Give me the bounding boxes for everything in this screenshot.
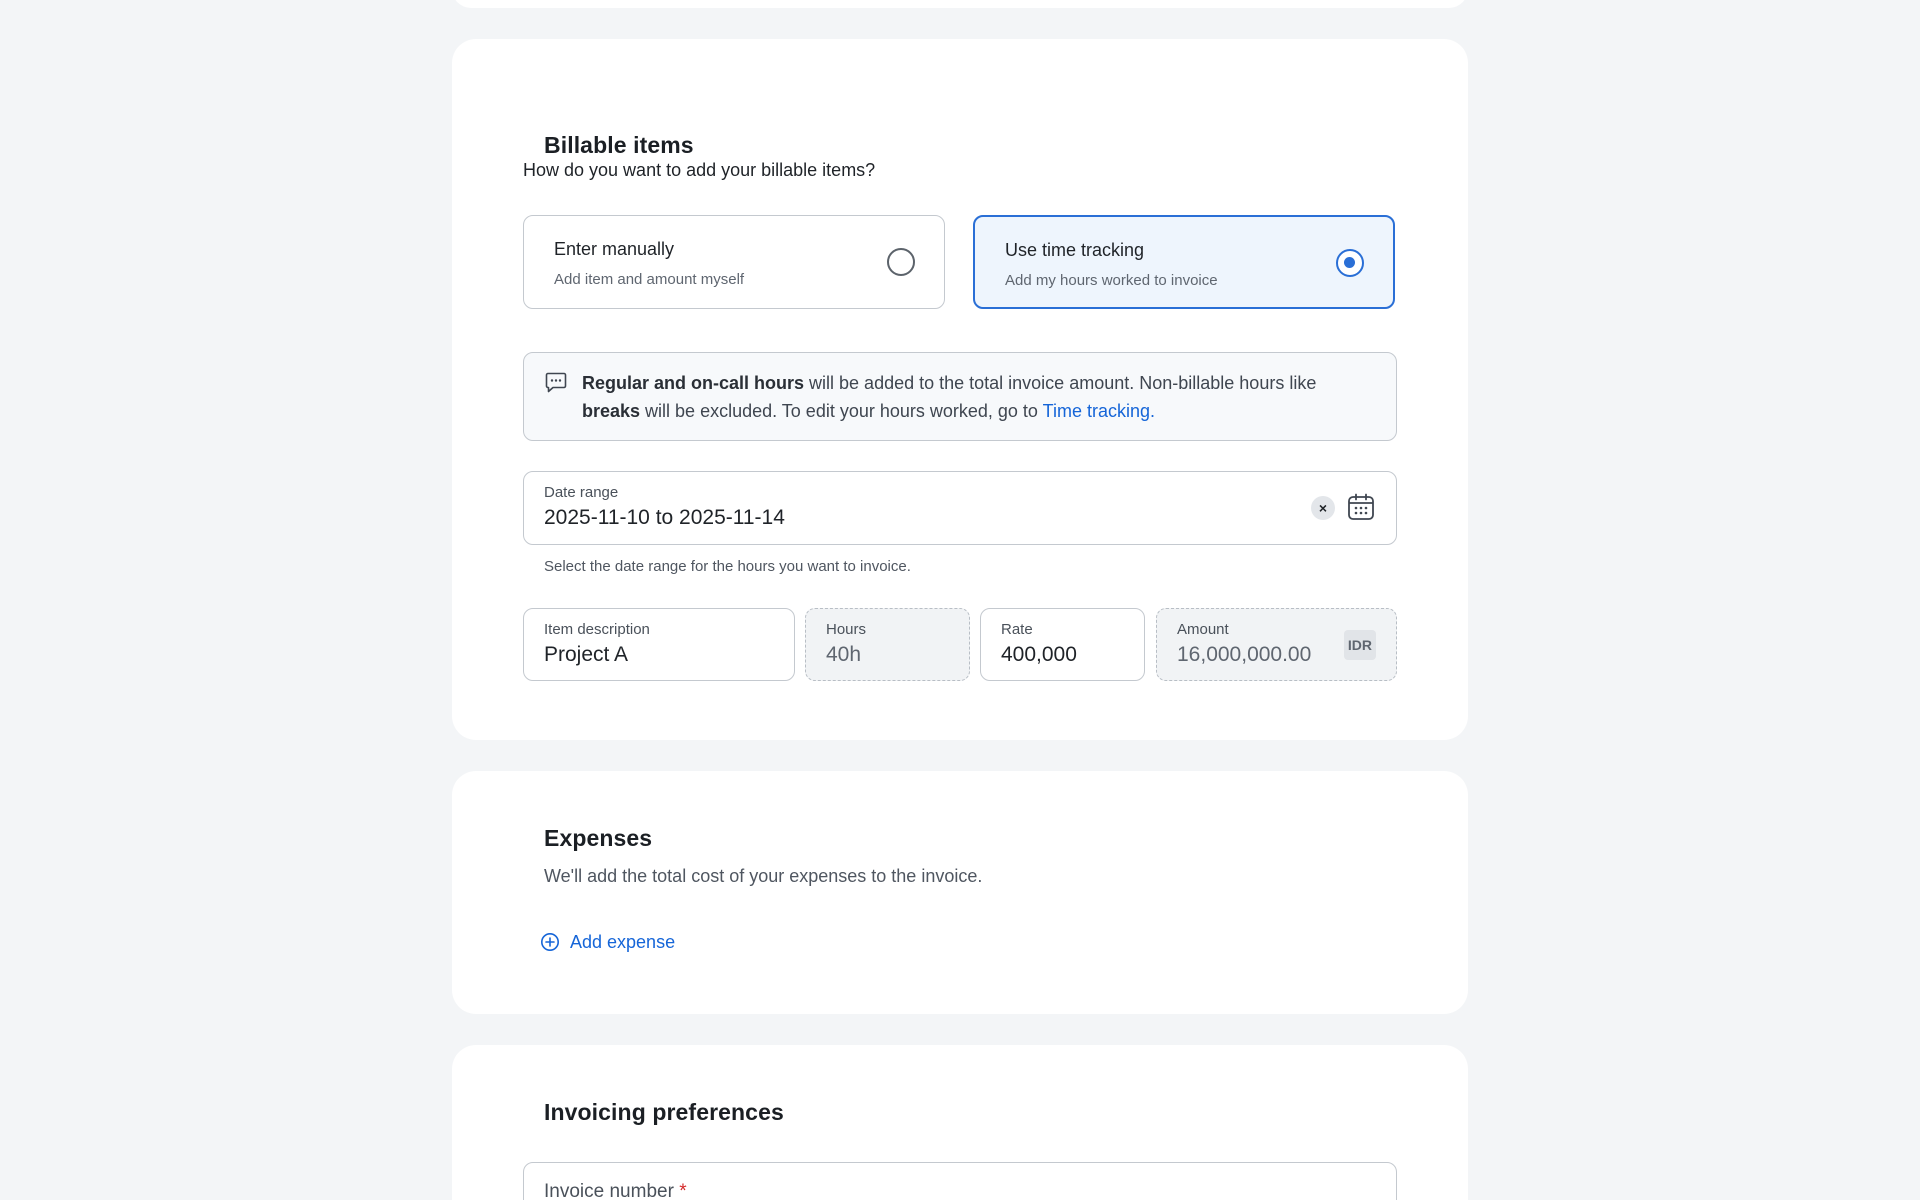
expenses-subtitle: We'll add the total cost of your expense… [544, 866, 983, 886]
item-description-label: Item description [544, 621, 650, 638]
option-subtitle: Add item and amount myself [554, 271, 745, 288]
chat-message-icon [545, 372, 567, 393]
invoice-number-label: Invoice number * [544, 1181, 687, 1200]
option-enter-manually[interactable]: Enter manually Add item and amount mysel… [523, 215, 945, 309]
info-bold-breaks: breaks [582, 401, 641, 421]
info-text-part1: will be added to the total invoice amoun… [804, 373, 1317, 393]
rate-value: 400,000 [1001, 643, 1077, 666]
hours-field: Hours 40h [805, 608, 970, 681]
option-title: Use time tracking [1005, 240, 1145, 260]
add-circle-icon [541, 933, 559, 951]
item-description-field[interactable]: Item description Project A [523, 608, 795, 681]
time-tracking-info-box: Regular and on-call hours will be added … [523, 352, 1397, 441]
required-mark: * [679, 1181, 687, 1200]
amount-value: 16,000,000.00 [1177, 643, 1312, 666]
page: Billable items How do you want to add yo… [0, 0, 1920, 1200]
info-text: Regular and on-call hours will be added … [582, 369, 1372, 425]
date-range-field[interactable]: Date range 2025-11-10 to 2025-11-14 × [523, 471, 1397, 545]
hours-value: 40h [826, 643, 862, 666]
amount-field: Amount 16,000,000.00 IDR [1156, 608, 1397, 681]
add-expense-label: Add expense [570, 931, 676, 952]
hours-label: Hours [826, 621, 867, 638]
expenses-title: Expenses [544, 825, 653, 851]
expenses-card: Expenses We'll add the total cost of you… [452, 771, 1468, 1014]
radio-unselected-icon[interactable] [887, 248, 915, 276]
date-range-value: 2025-11-10 to 2025-11-14 [544, 506, 785, 529]
option-subtitle: Add my hours worked to invoice [1005, 272, 1218, 289]
currency-badge: IDR [1343, 630, 1376, 660]
invoicing-preferences-title: Invoicing preferences [544, 1099, 784, 1125]
item-description-value: Project A [544, 643, 629, 666]
rate-label: Rate [1001, 621, 1033, 638]
amount-label: Amount [1177, 621, 1229, 638]
info-text-part2: will be excluded. To edit your hours wor… [640, 401, 1043, 421]
rate-field[interactable]: Rate 400,000 [980, 608, 1145, 681]
invoice-number-label-text: Invoice number [544, 1181, 674, 1200]
add-expense-button[interactable]: Add expense [540, 930, 675, 954]
billable-items-title: Billable items [544, 132, 694, 158]
date-range-helper-text: Select the date range for the hours you … [544, 558, 911, 575]
date-range-label: Date range [544, 484, 619, 501]
radio-selected-icon[interactable] [1336, 249, 1364, 277]
previous-section-card [452, 0, 1468, 8]
option-title: Enter manually [554, 239, 675, 259]
invoicing-preferences-card: Invoicing preferences Invoice number * [452, 1045, 1468, 1200]
calendar-icon[interactable] [1346, 492, 1376, 522]
clear-date-icon[interactable]: × [1311, 496, 1335, 520]
info-bold-regular-hours: Regular and on-call hours [582, 373, 805, 393]
time-tracking-link[interactable]: Time tracking. [1043, 401, 1155, 421]
invoice-number-field[interactable]: Invoice number * [523, 1162, 1397, 1200]
billable-method-question: How do you want to add your billable ite… [523, 160, 876, 180]
billable-items-card: Billable items How do you want to add yo… [452, 39, 1468, 740]
option-use-time-tracking[interactable]: Use time tracking Add my hours worked to… [973, 215, 1395, 309]
